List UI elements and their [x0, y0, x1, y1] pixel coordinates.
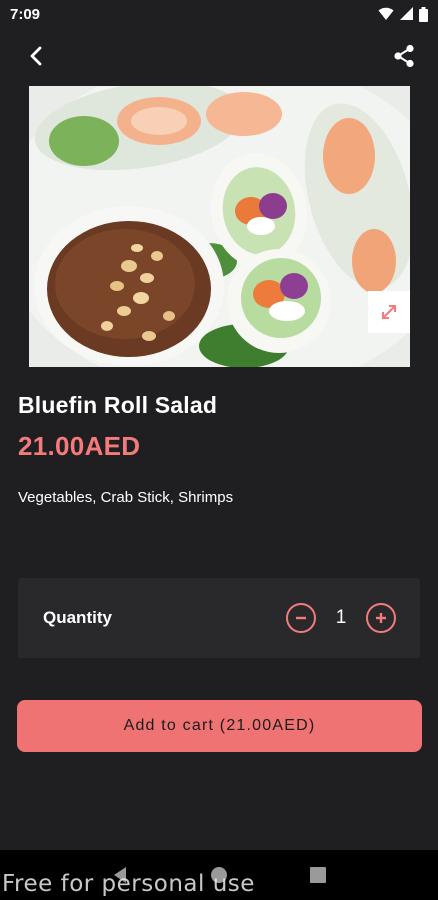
status-icons	[378, 6, 428, 22]
expand-image-button[interactable]	[368, 291, 410, 333]
spring-rolls-illustration	[29, 86, 410, 367]
product-price: 21.00AED	[18, 431, 141, 461]
quantity-stepper: 1	[286, 603, 396, 633]
home-circle-icon	[210, 867, 227, 883]
nav-recents-button[interactable]	[298, 855, 338, 895]
nav-home-button[interactable]	[199, 855, 239, 895]
product-image[interactable]	[29, 86, 410, 367]
share-button[interactable]	[388, 40, 420, 72]
status-time: 7:09	[10, 5, 41, 23]
back-button[interactable]	[20, 40, 52, 72]
add-to-cart-button[interactable]: Add to cart (21.00AED)	[17, 700, 422, 752]
share-icon	[394, 44, 414, 68]
status-bar: 7:09	[0, 0, 438, 28]
product-detail-screen: 7:09 Bluefin Roll Salad 21.00AED Vegetab…	[0, 0, 438, 900]
wifi-icon	[378, 7, 394, 20]
quantity-label: Quantity	[43, 608, 112, 627]
nav-back-button[interactable]	[100, 855, 140, 895]
back-triangle-icon	[113, 867, 126, 883]
app-bar	[0, 30, 438, 82]
signal-icon	[400, 7, 413, 20]
product-description: Vegetables, Crab Stick, Shrimps	[18, 489, 234, 506]
plus-icon	[376, 613, 386, 623]
minus-icon	[296, 616, 306, 620]
expand-icon	[382, 305, 396, 319]
decrement-button[interactable]	[286, 603, 316, 633]
product-name: Bluefin Roll Salad	[18, 392, 218, 418]
quantity-card: Quantity 1	[18, 578, 420, 658]
battery-icon	[419, 6, 428, 22]
chevron-left-icon	[30, 46, 42, 66]
recents-square-icon	[310, 867, 327, 883]
navigation-bar	[0, 850, 438, 900]
increment-button[interactable]	[366, 603, 396, 633]
quantity-value: 1	[335, 607, 347, 628]
